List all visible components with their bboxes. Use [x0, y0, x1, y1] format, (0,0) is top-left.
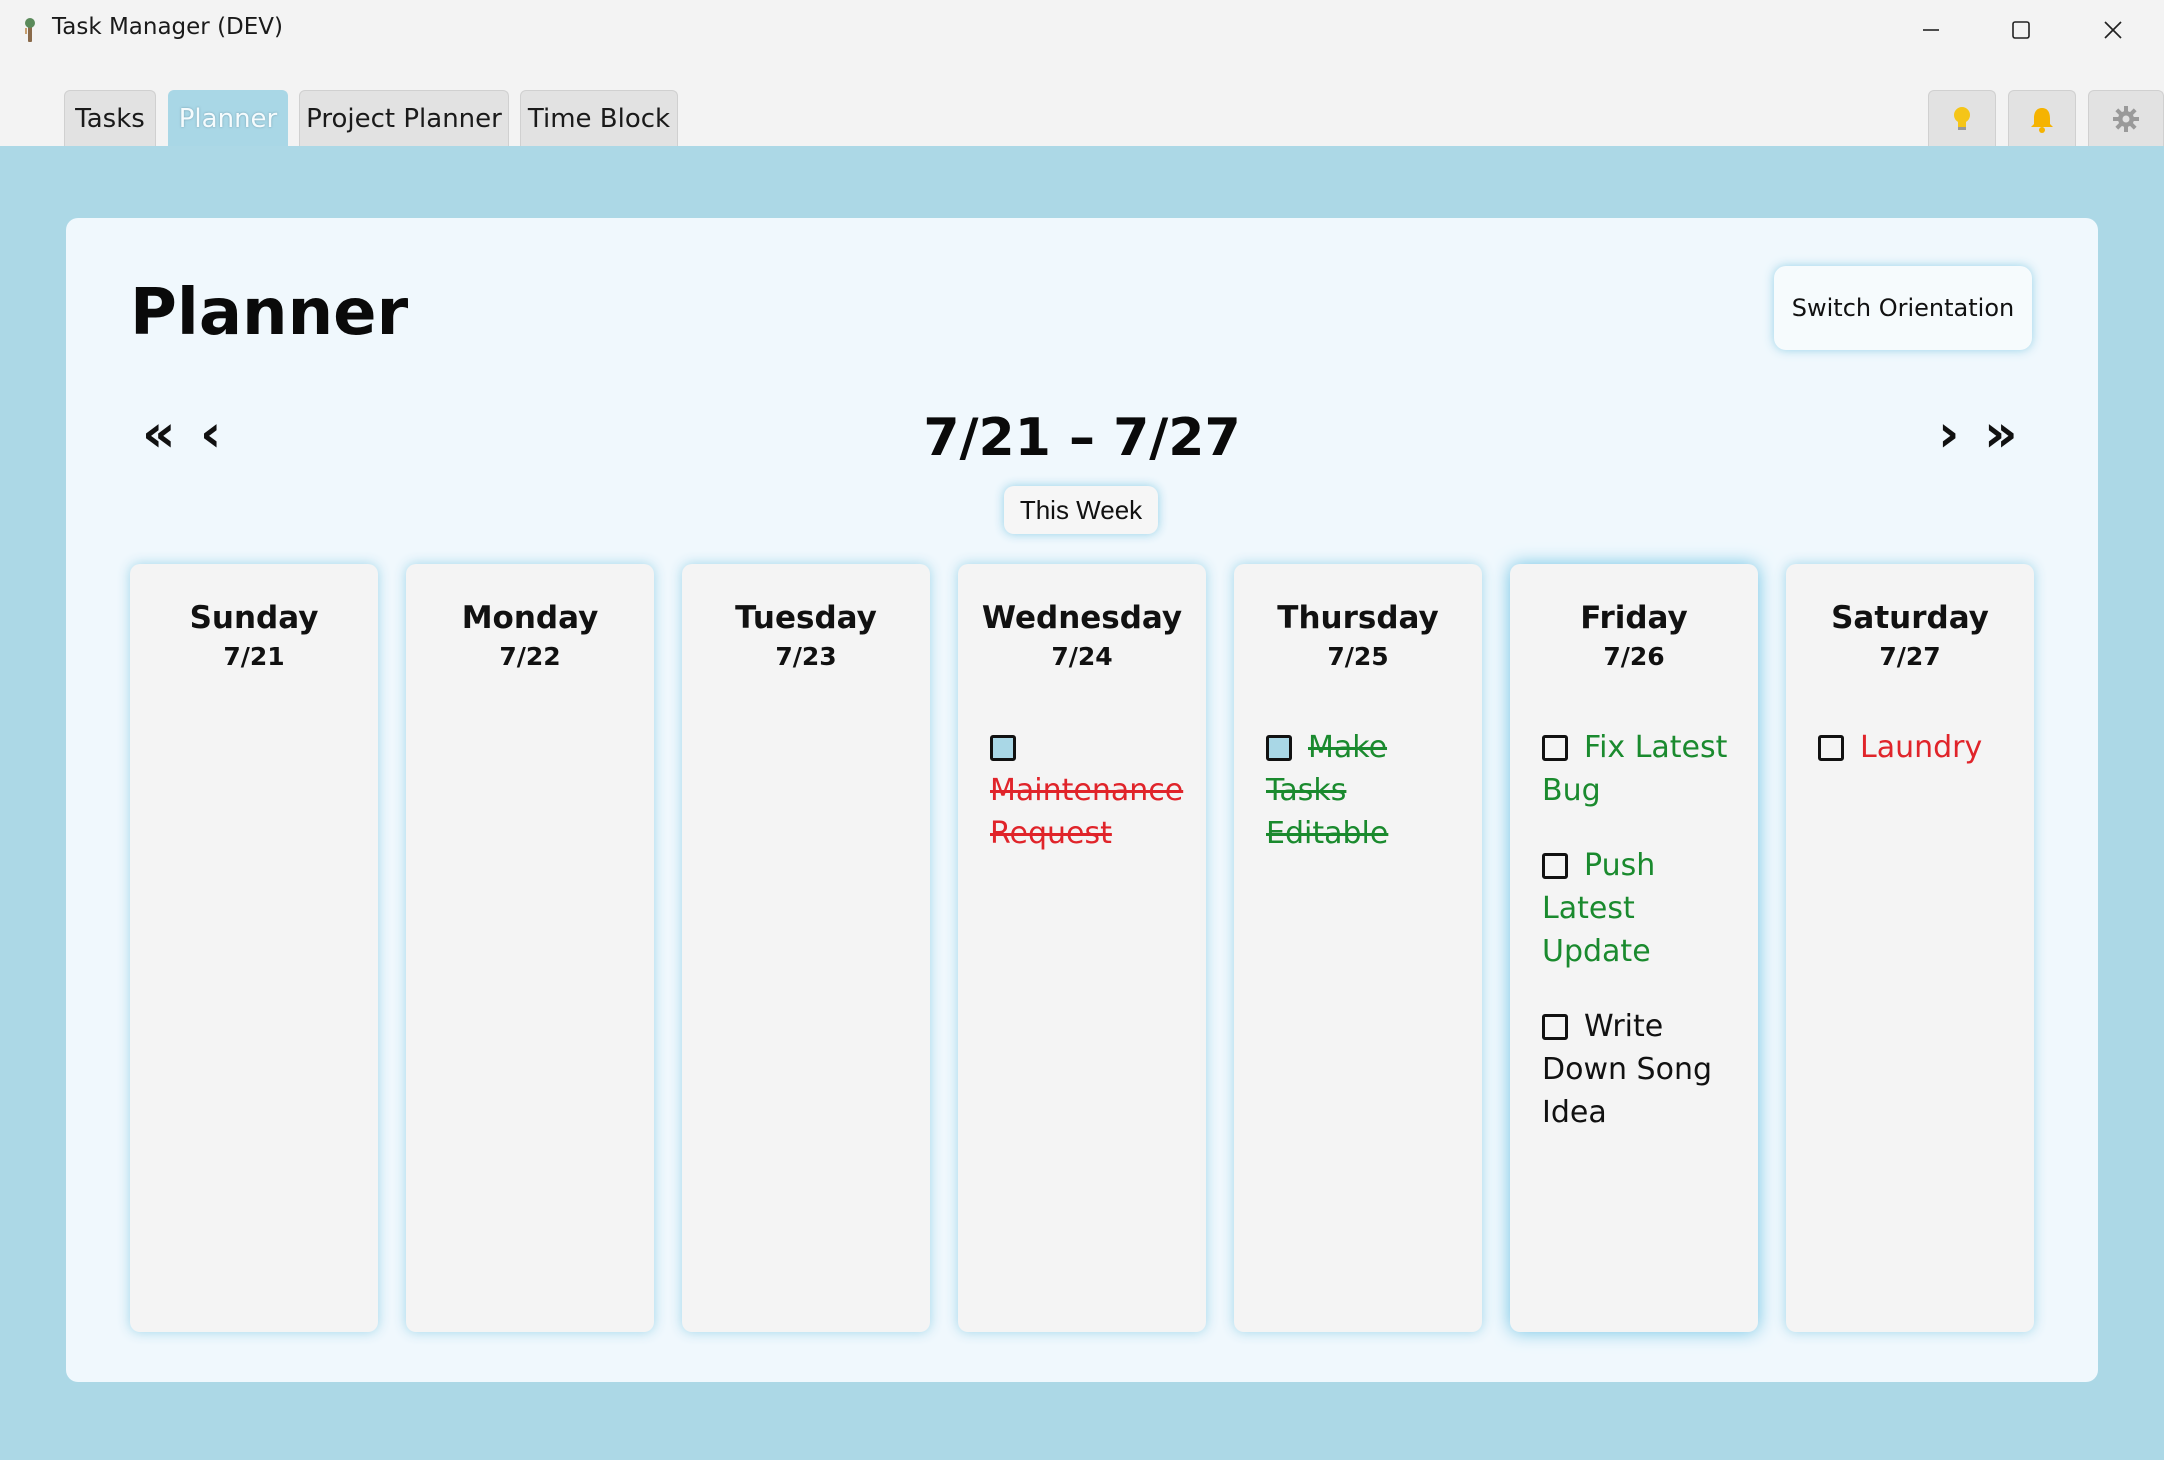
this-week-button[interactable]: This Week	[1004, 486, 1158, 534]
day-date: 7/25	[1327, 642, 1389, 671]
day-date: 7/24	[1051, 642, 1113, 671]
task-item[interactable]: Laundry	[1818, 726, 2018, 769]
tab-project-planner[interactable]: Project Planner	[299, 90, 509, 146]
task-list: Maintenance Request	[990, 726, 1190, 887]
task-list: Laundry	[1818, 726, 2018, 801]
page-title: Planner	[130, 276, 409, 350]
planner-panel: Planner Switch Orientation « ‹ 7/21 – 7/…	[66, 218, 2098, 1382]
day-date: 7/23	[775, 642, 837, 671]
day-name: Monday	[461, 600, 599, 636]
day-column-wednesday[interactable]: Wednesday 7/24 Maintenance Request	[958, 564, 1206, 1332]
day-column-friday[interactable]: Friday 7/26 Fix Latest Bug Push Latest Upda…	[1510, 564, 1758, 1332]
window-title: Task Manager (DEV)	[52, 14, 283, 40]
task-list: Fix Latest Bug Push Latest Update Write Do…	[1542, 726, 1742, 1166]
week-range: 7/21 – 7/27	[923, 408, 1241, 468]
day-name: Friday	[1580, 600, 1688, 636]
tab-planner[interactable]: Planner	[168, 90, 288, 146]
next-week-button[interactable]: ›	[1938, 404, 1959, 464]
day-name: Tuesday	[735, 600, 877, 636]
task-item[interactable]: Make Tasks Editable	[1266, 726, 1466, 855]
maximize-icon	[2012, 21, 2030, 39]
app-icon	[22, 16, 38, 44]
close-button[interactable]	[2068, 0, 2158, 60]
day-date: 7/22	[499, 642, 561, 671]
task-checkbox[interactable]	[1818, 735, 1844, 761]
task-item[interactable]: Write Down Song Idea	[1542, 1005, 1742, 1134]
maximize-button[interactable]	[1976, 0, 2066, 60]
next-far-button[interactable]: »	[1984, 404, 2018, 464]
task-text: Maintenance Request	[990, 773, 1184, 851]
notifications-button[interactable]	[2008, 90, 2076, 146]
minimize-button[interactable]	[1886, 0, 1976, 60]
day-column-sunday[interactable]: Sunday 7/21	[130, 564, 378, 1332]
task-checkbox[interactable]	[1542, 735, 1568, 761]
day-column-saturday[interactable]: Saturday 7/27 Laundry	[1786, 564, 2034, 1332]
content-area: Planner Switch Orientation « ‹ 7/21 – 7/…	[0, 146, 2164, 1460]
settings-button[interactable]	[2088, 90, 2164, 146]
tips-button[interactable]	[1928, 90, 1996, 146]
task-checkbox[interactable]	[1542, 1014, 1568, 1040]
bell-icon	[2031, 107, 2053, 133]
gear-icon	[2113, 105, 2139, 132]
task-list: Make Tasks Editable	[1266, 726, 1466, 887]
task-item[interactable]: Fix Latest Bug	[1542, 726, 1742, 812]
switch-orientation-button[interactable]: Switch Orientation	[1774, 266, 2032, 350]
tab-bar: Tasks Planner Project Planner Time Block	[0, 60, 2164, 146]
minimize-icon	[1923, 29, 1939, 31]
day-name: Sunday	[189, 600, 319, 636]
day-name: Wednesday	[981, 600, 1183, 636]
task-item[interactable]: Push Latest Update	[1542, 844, 1742, 973]
day-column-thursday[interactable]: Thursday 7/25 Make Tasks Editable	[1234, 564, 1482, 1332]
day-date: 7/27	[1879, 642, 1941, 671]
title-bar: Task Manager (DEV)	[0, 0, 2164, 60]
task-checkbox[interactable]	[1542, 853, 1568, 879]
task-checkbox[interactable]	[1266, 735, 1292, 761]
task-text: Fix Latest Bug	[1542, 730, 1728, 808]
day-column-tuesday[interactable]: Tuesday 7/23	[682, 564, 930, 1332]
task-checkbox[interactable]	[990, 735, 1016, 761]
day-name: Thursday	[1277, 600, 1439, 636]
day-date: 7/26	[1603, 642, 1665, 671]
day-date: 7/21	[223, 642, 285, 671]
tab-time-block[interactable]: Time Block	[520, 90, 678, 146]
day-name: Saturday	[1831, 600, 1989, 636]
task-text: Laundry	[1860, 730, 1983, 765]
lightbulb-icon	[1954, 106, 1970, 130]
task-item[interactable]: Maintenance Request	[990, 726, 1190, 855]
day-column-monday[interactable]: Monday 7/22	[406, 564, 654, 1332]
app-window: Task Manager (DEV) Tasks Planner Project…	[0, 0, 2164, 1460]
tab-tasks[interactable]: Tasks	[64, 90, 156, 146]
close-icon	[2104, 21, 2122, 39]
